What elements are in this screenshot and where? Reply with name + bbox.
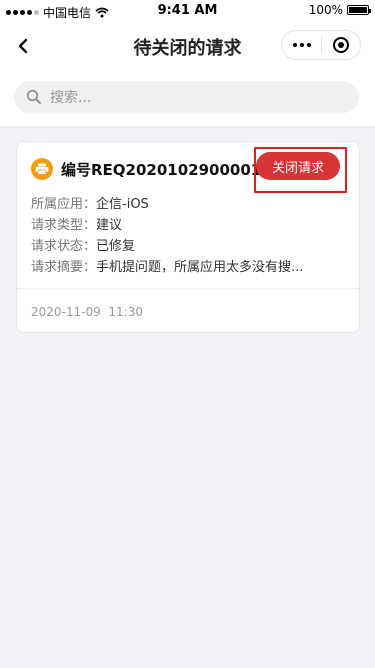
card-divider [17,288,359,289]
detail-row-summary: 请求摘要：手机提问题，所属应用太多没有搜... [31,260,304,275]
target-icon [332,37,349,53]
status-bar: 中国电信 9:41 AM 100% [0,0,375,22]
search-input[interactable]: 搜索... [14,81,359,113]
battery-info: 100% [308,3,371,17]
request-details: 所属应用：企信-iOS 请求类型：建议 请求状态：已修复 请求摘要：手机提问题，… [31,194,303,278]
more-options-button[interactable] [282,31,321,59]
close-mini-program-button[interactable] [322,31,360,59]
request-time: 11:30 [108,305,143,319]
more-dot-icon [306,43,311,47]
detail-row-type: 请求类型：建议 [31,218,123,233]
search-placeholder: 搜索... [50,90,92,106]
battery-icon [347,5,371,15]
request-number: 编号REQ2020102900001 [61,160,262,179]
search-area: 搜索... [0,70,375,126]
battery-percent: 100% [308,3,343,17]
mini-program-capsule [281,30,361,60]
request-header: 编号REQ2020102900001 [31,158,261,180]
nav-bar: 待关闭的请求 [0,22,375,70]
search-icon [26,89,41,104]
more-dot-icon [292,43,297,47]
detail-row-app: 所属应用：企信-iOS [31,197,149,212]
more-dot-icon [299,43,304,47]
detail-row-status: 请求状态：已修复 [31,239,136,254]
request-datetime: 2020-11-09 11:30 [31,305,143,319]
request-date: 2020-11-09 [31,305,101,319]
printer-icon [31,158,53,180]
close-request-button[interactable]: 关闭请求 [256,152,340,180]
